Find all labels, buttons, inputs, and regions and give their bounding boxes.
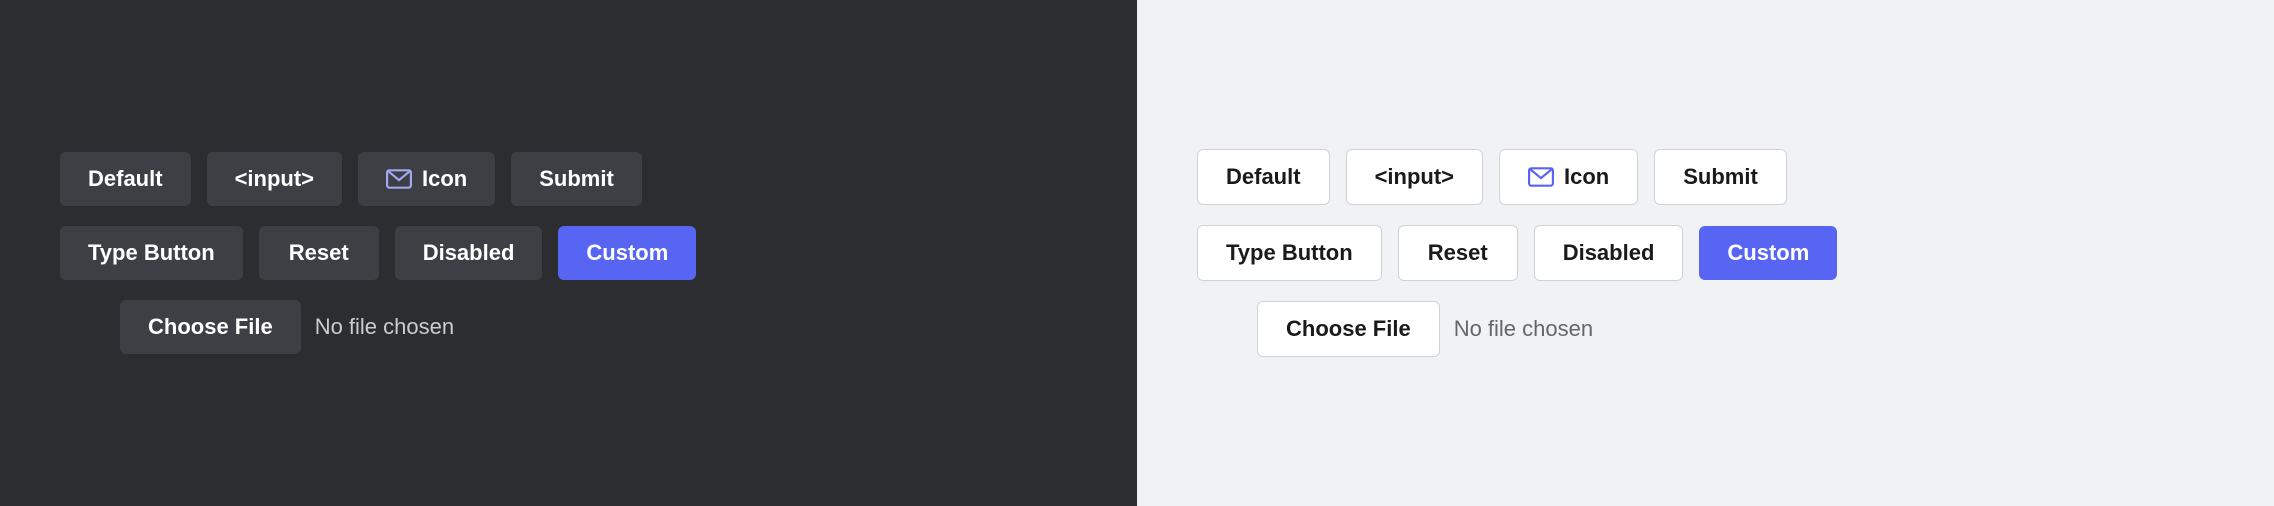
dark-icon-label: Icon bbox=[422, 166, 467, 192]
dark-reset-button[interactable]: Reset bbox=[259, 226, 379, 280]
light-default-button[interactable]: Default bbox=[1197, 149, 1330, 205]
dark-choose-file-button[interactable]: Choose File bbox=[120, 300, 301, 354]
envelope-icon-light bbox=[1528, 167, 1554, 187]
light-row-2: Type Button Reset Disabled Custom bbox=[1197, 225, 1837, 281]
envelope-icon bbox=[386, 169, 412, 189]
dark-file-row: Choose File No file chosen bbox=[120, 300, 454, 354]
light-icon-label: Icon bbox=[1564, 164, 1609, 190]
light-type-button[interactable]: Type Button bbox=[1197, 225, 1382, 281]
dark-type-button[interactable]: Type Button bbox=[60, 226, 243, 280]
dark-icon-button[interactable]: Icon bbox=[358, 152, 495, 206]
dark-row-2: Type Button Reset Disabled Custom bbox=[60, 226, 696, 280]
dark-custom-button[interactable]: Custom bbox=[558, 226, 696, 280]
dark-row-1: Default <input> Icon Submit bbox=[60, 152, 642, 206]
light-custom-button[interactable]: Custom bbox=[1699, 226, 1837, 280]
light-submit-button[interactable]: Submit bbox=[1654, 149, 1787, 205]
dark-panel: Default <input> Icon Submit Type Button … bbox=[0, 0, 1137, 506]
dark-file-label: No file chosen bbox=[315, 314, 454, 340]
light-panel: Default <input> Icon Submit Type Button … bbox=[1137, 0, 2274, 506]
dark-submit-button[interactable]: Submit bbox=[511, 152, 642, 206]
dark-disabled-button[interactable]: Disabled bbox=[395, 226, 543, 280]
light-input-button[interactable]: <input> bbox=[1346, 149, 1483, 205]
light-file-row: Choose File No file chosen bbox=[1257, 301, 1593, 357]
light-icon-button[interactable]: Icon bbox=[1499, 149, 1638, 205]
light-row-1: Default <input> Icon Submit bbox=[1197, 149, 1787, 205]
light-reset-button[interactable]: Reset bbox=[1398, 225, 1518, 281]
light-file-label: No file chosen bbox=[1454, 316, 1593, 342]
dark-default-button[interactable]: Default bbox=[60, 152, 191, 206]
light-choose-file-button[interactable]: Choose File bbox=[1257, 301, 1440, 357]
light-disabled-button[interactable]: Disabled bbox=[1534, 225, 1684, 281]
dark-input-button[interactable]: <input> bbox=[207, 152, 342, 206]
